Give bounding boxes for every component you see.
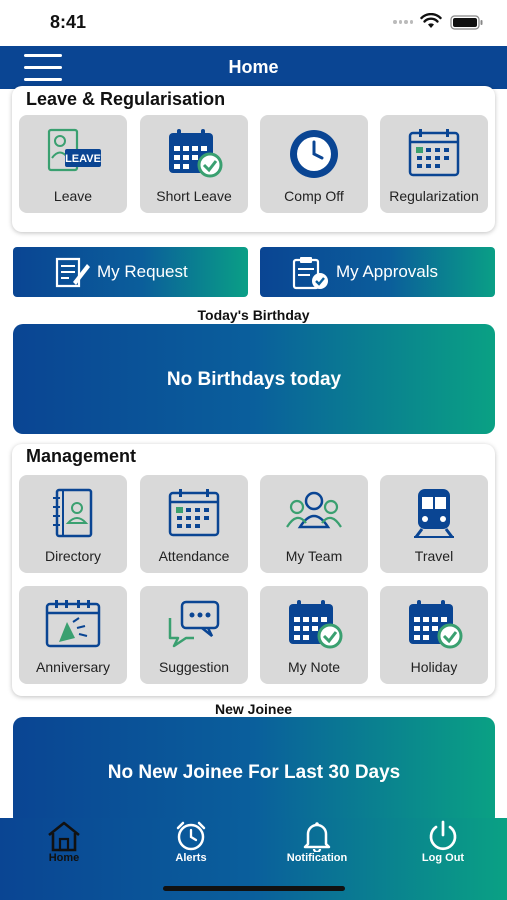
tile-label: Directory [44,548,101,564]
approval-clipboard-icon [292,257,328,290]
my-approvals-label: My Approvals [336,262,439,281]
wifi-icon [420,13,442,28]
card-title: Leave & Regularisation [26,89,226,109]
tile-comp-off[interactable]: Comp Off [260,115,368,213]
birthday-heading: Today's Birthday [197,307,310,323]
my-approvals-button[interactable]: My Approvals [260,247,495,297]
tab-label: Home [48,852,80,864]
tile-label: Travel [414,548,454,564]
joinee-heading: New Joinee [214,701,293,717]
signal-icon [393,16,413,28]
request-form-icon [55,257,90,288]
birthday-banner: No Birthdays today [13,324,495,434]
tab-alerts[interactable]: Alerts [136,818,246,878]
tile-label: My Team [285,548,343,564]
tab-label: Log Out [421,852,465,864]
status-bar: 8:41 [0,0,507,46]
tile-label: Comp Off [284,188,344,204]
tile-label: Suggestion [158,659,230,675]
celebration-calendar-icon [45,600,101,648]
tile-label: Anniversary [36,659,110,675]
directory-book-icon [53,488,93,538]
tile-label: Regularization [389,188,479,204]
tab-home[interactable]: Home [9,818,119,878]
tile-travel[interactable]: Travel [380,475,488,573]
card-title: Management [26,446,137,466]
team-icon [286,491,342,529]
calendar-check-icon [409,600,463,649]
status-time: 8:41 [50,12,87,32]
tile-anniversary[interactable]: Anniversary [19,586,127,684]
tile-attendance[interactable]: Attendance [140,475,248,573]
tile-label: My Note [287,659,341,675]
tile-label: Holiday [410,659,458,675]
joinee-message: No New Joinee For Last 30 Days [107,762,401,783]
svg-text:LEAVE: LEAVE [65,153,101,165]
page-title: Home [228,57,279,77]
tab-label: Alerts [175,852,207,864]
clock-icon [290,130,338,178]
tile-suggestion[interactable]: Suggestion [140,586,248,684]
birthday-message: No Birthdays today [166,369,342,390]
management-card: Management Directory Attendance My Team … [12,444,495,696]
leave-badge-icon: LEAVE [47,128,101,172]
calendar-grid-icon [408,129,460,177]
my-request-button[interactable]: My Request [13,247,248,297]
tile-holiday[interactable]: Holiday [380,586,488,684]
tile-regularization[interactable]: Regularization [380,115,488,213]
home-indicator [163,886,345,891]
joinee-banner: No New Joinee For Last 30 Days [13,717,495,827]
home-icon [48,821,80,852]
power-icon [429,820,457,851]
calendar-grid-icon [168,489,220,537]
tab-notification[interactable]: Notification [262,818,372,878]
calendar-check-icon [169,129,223,178]
my-request-label: My Request [97,262,188,281]
alarm-clock-icon [176,821,206,851]
tile-label: Attendance [158,548,230,564]
tile-label: Leave [53,188,93,204]
tab-label: Notification [286,852,348,864]
leave-regularisation-card: Leave & Regularisation LEAVE Leave Short… [12,86,495,232]
tile-short-leave[interactable]: Short Leave [140,115,248,213]
tile-my-team[interactable]: My Team [260,475,368,573]
chat-bubbles-icon [168,600,220,648]
tab-log-out[interactable]: Log Out [388,818,498,878]
calendar-check-icon [289,600,343,649]
train-icon [414,489,454,538]
tile-label: Short Leave [156,188,232,204]
bell-icon [303,822,331,852]
nav-bar: Home [0,46,507,89]
tile-directory[interactable]: Directory [19,475,127,573]
tile-leave[interactable]: LEAVE Leave [19,115,127,213]
tile-my-note[interactable]: My Note [260,586,368,684]
battery-icon [450,15,483,30]
